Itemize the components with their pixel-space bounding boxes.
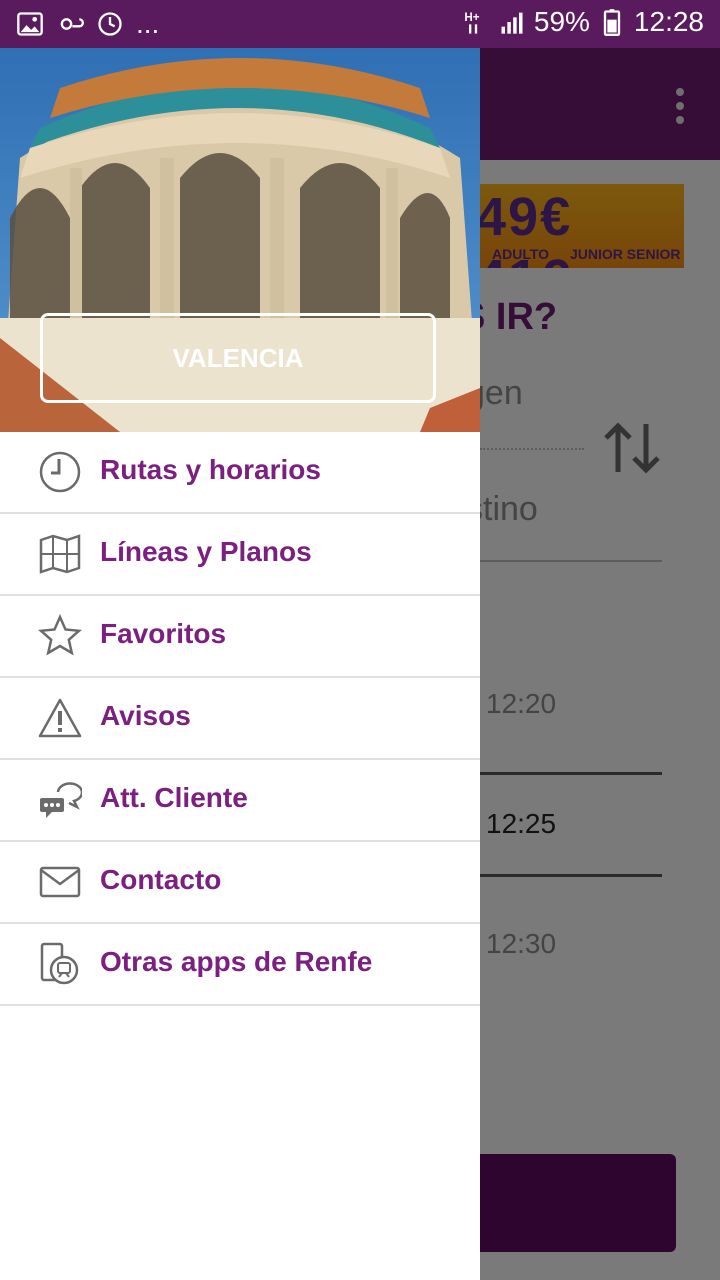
menu-item-label: Contacto [100,864,222,895]
menu-item-label: Líneas y Planos [100,536,312,567]
drawer-menu: Rutas y horarios Líneas y Planos Favorit… [0,432,480,1006]
drawer-header-image: VALENCIA [0,48,480,432]
chat-icon [40,782,82,818]
status-bar: ... H+ 59% 12:28 [0,0,720,48]
clock-time: 12:28 [633,6,704,37]
sync-icon [98,12,122,36]
menu-item-label: Att. Cliente [100,782,248,813]
battery-icon [603,9,621,36]
menu-item-avisos[interactable]: Avisos [0,678,480,760]
mail-icon [39,866,81,898]
clock-icon [39,451,81,493]
weather-icon [60,18,84,30]
signal-icon [501,12,523,34]
city-selector-button[interactable]: VALENCIA [40,313,436,403]
menu-item-label: Avisos [100,700,191,731]
battery-percent: 59% [533,6,590,37]
map-icon [39,534,81,574]
svg-text:H+: H+ [464,11,479,24]
menu-item-att-cliente[interactable]: Att. Cliente [0,760,480,842]
warning-icon [38,698,82,738]
navigation-drawer: VALENCIA Rutas y horarios Líneas y Plano… [0,48,480,1280]
image-icon [17,12,43,36]
menu-item-contacto[interactable]: Contacto [0,842,480,924]
menu-item-otras-apps[interactable]: Otras apps de Renfe [0,924,480,1006]
star-icon [38,614,82,656]
menu-item-rutas[interactable]: Rutas y horarios [0,432,480,514]
menu-item-lineas[interactable]: Líneas y Planos [0,514,480,596]
data-icon: H+ [464,11,480,34]
menu-item-label: Rutas y horarios [100,454,321,485]
phone-train-icon [40,942,79,985]
menu-item-label: Otras apps de Renfe [100,946,373,977]
notification-overflow: ... [136,8,160,39]
menu-item-favoritos[interactable]: Favoritos [0,596,480,678]
menu-item-label: Favoritos [100,618,227,649]
